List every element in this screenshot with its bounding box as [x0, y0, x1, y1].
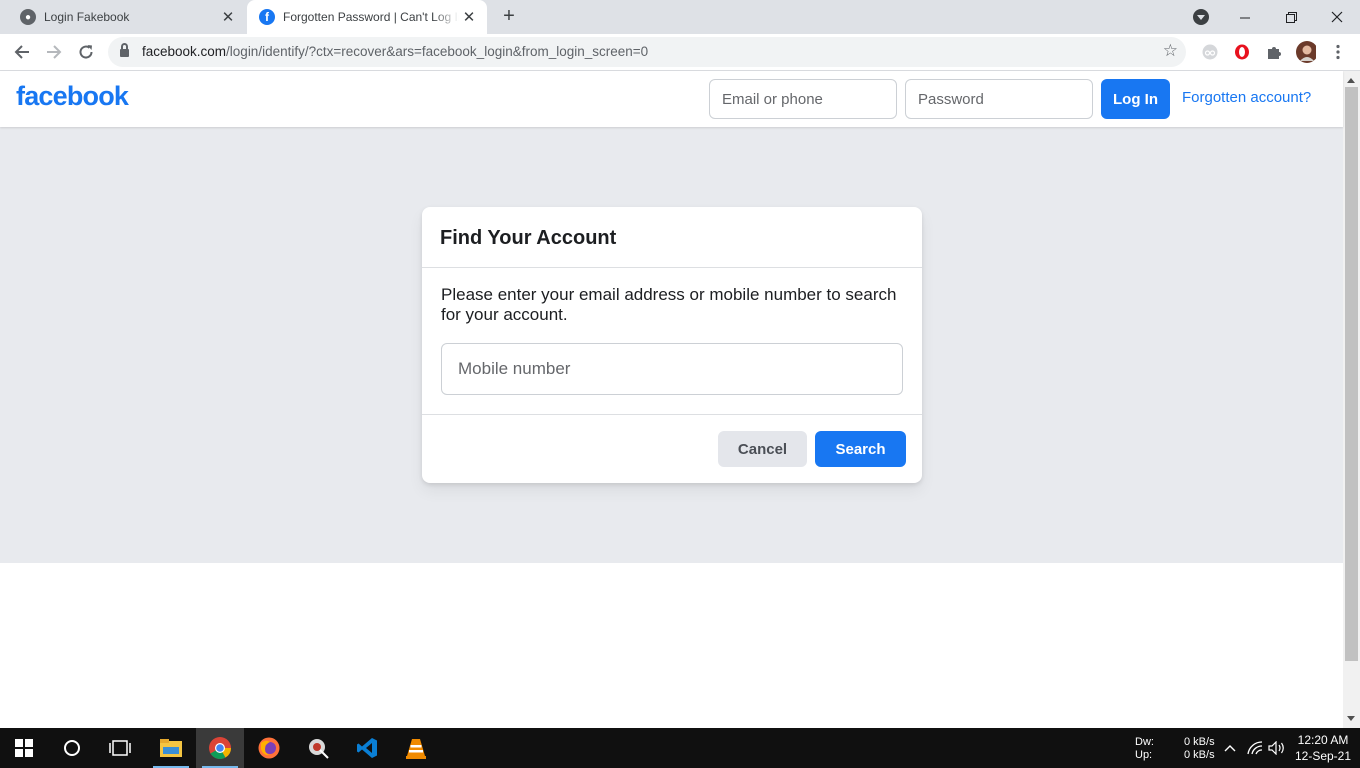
url-path: /login/identify/?ctx=recover&ars=faceboo… — [226, 44, 649, 59]
forgotten-account-link[interactable]: Forgotten account? — [1182, 89, 1311, 106]
address-bar[interactable]: facebook.com/login/identify/?ctx=recover… — [108, 37, 1186, 67]
facebook-favicon-icon: f — [259, 9, 275, 25]
close-icon — [1331, 11, 1343, 23]
scroll-thumb[interactable] — [1345, 87, 1358, 661]
find-account-card: Find Your Account Please enter your emai… — [422, 207, 922, 483]
incognito-extension-icon[interactable] — [1200, 42, 1220, 62]
restore-icon — [1285, 11, 1297, 23]
file-explorer-taskbar-button[interactable] — [147, 728, 195, 768]
forward-button[interactable] — [42, 40, 66, 64]
wifi-icon — [1247, 741, 1263, 755]
tab-login-fakebook[interactable]: ● Login Fakebook ✕ — [8, 0, 246, 34]
divider — [422, 414, 922, 415]
divider — [422, 267, 922, 268]
windows-logo-icon — [15, 739, 33, 757]
clock-date: 12-Sep-21 — [1294, 749, 1352, 763]
reload-icon — [79, 45, 93, 59]
new-tab-button[interactable]: + — [498, 5, 520, 27]
tab-strip: ● Login Fakebook ✕ f Forgotten Password … — [0, 0, 1360, 34]
card-description: Please enter your email address or mobil… — [441, 285, 897, 324]
speaker-icon — [1268, 741, 1284, 755]
cancel-button[interactable]: Cancel — [718, 431, 807, 467]
opera-o-extension-icon[interactable] — [1232, 42, 1252, 62]
close-window-button[interactable] — [1314, 0, 1360, 34]
profile-avatar[interactable] — [1296, 41, 1316, 63]
close-tab-icon[interactable]: ✕ — [459, 8, 479, 26]
card-title: Find Your Account — [440, 227, 617, 249]
task-view-button[interactable] — [96, 728, 144, 768]
tab-title: Forgotten Password | Can't Log In — [283, 10, 459, 24]
reload-button[interactable] — [74, 40, 98, 64]
net-up-value: 0 kB/s — [1184, 749, 1215, 761]
facebook-logo[interactable]: facebook — [16, 81, 129, 112]
globe-icon: ● — [20, 9, 36, 25]
firefox-taskbar-button[interactable] — [245, 728, 293, 768]
restore-button[interactable] — [1268, 0, 1314, 34]
clock-time: 12:20 AM — [1297, 733, 1349, 747]
puzzle-extensions-icon[interactable] — [1264, 42, 1284, 62]
vlc-cone-icon — [406, 739, 426, 759]
taskbar-clock[interactable]: 12:20 AM 12-Sep-21 — [1290, 732, 1356, 764]
bookmark-star-icon[interactable]: ☆ — [1163, 41, 1178, 61]
windows-taskbar: Dw: Up: 0 kB/s 0 kB/s 12:20 AM 12-Sep-21 — [0, 728, 1360, 768]
mobile-number-input[interactable] — [441, 343, 903, 395]
task-view-icon — [109, 740, 131, 756]
vscode-taskbar-button[interactable] — [343, 728, 391, 768]
chrome-taskbar-button[interactable] — [196, 728, 244, 768]
net-down-value: 0 kB/s — [1184, 736, 1215, 748]
password-input[interactable] — [905, 79, 1093, 119]
search-taskbar-button[interactable] — [48, 728, 96, 768]
volume-tray-button[interactable] — [1266, 728, 1288, 768]
facebook-header: facebook Log In Forgotten account? — [0, 71, 1343, 127]
browser-toolbar: facebook.com/login/identify/?ctx=recover… — [0, 34, 1360, 71]
url-host: facebook.com — [142, 44, 227, 59]
snipping-tool-icon — [309, 739, 329, 759]
tab-forgotten-password[interactable]: f Forgotten Password | Can't Log In ✕ — [247, 0, 487, 34]
chevron-up-icon — [1224, 745, 1236, 752]
arrow-left-icon — [14, 45, 29, 59]
arrow-right-icon — [47, 45, 62, 59]
start-button[interactable] — [0, 728, 48, 768]
lock-icon[interactable] — [120, 43, 129, 57]
vscode-icon — [357, 738, 377, 758]
url-text: facebook.com/login/identify/?ctx=recover… — [142, 44, 648, 59]
net-up-label: Up: — [1135, 749, 1153, 761]
browser-menu-icon[interactable] — [1328, 42, 1348, 62]
search-button[interactable]: Search — [815, 431, 906, 467]
log-in-button[interactable]: Log In — [1101, 79, 1170, 119]
folder-icon — [160, 739, 182, 757]
tab-title: Login Fakebook — [44, 10, 130, 24]
scroll-down-arrow-icon[interactable] — [1347, 716, 1355, 725]
page-scrollbar[interactable] — [1343, 71, 1360, 728]
net-down-label: Dw: — [1135, 736, 1154, 748]
tab-search-dropdown-icon[interactable] — [1193, 9, 1209, 25]
minimize-button[interactable] — [1222, 0, 1268, 34]
back-button[interactable] — [10, 40, 34, 64]
snipping-tool-taskbar-button[interactable] — [294, 728, 342, 768]
page-footer-area — [0, 563, 1343, 728]
cortana-circle-icon — [64, 740, 80, 756]
chrome-icon — [209, 737, 231, 759]
scroll-up-arrow-icon[interactable] — [1347, 74, 1355, 83]
page-content: Find Your Account Please enter your emai… — [0, 127, 1343, 563]
close-tab-icon[interactable]: ✕ — [218, 8, 238, 26]
vlc-taskbar-button[interactable] — [392, 728, 440, 768]
firefox-icon — [258, 737, 280, 759]
show-hidden-icons-button[interactable] — [1220, 728, 1240, 768]
email-or-phone-input[interactable] — [709, 79, 897, 119]
minimize-icon — [1239, 17, 1250, 18]
network-tray-button[interactable] — [1244, 728, 1266, 768]
